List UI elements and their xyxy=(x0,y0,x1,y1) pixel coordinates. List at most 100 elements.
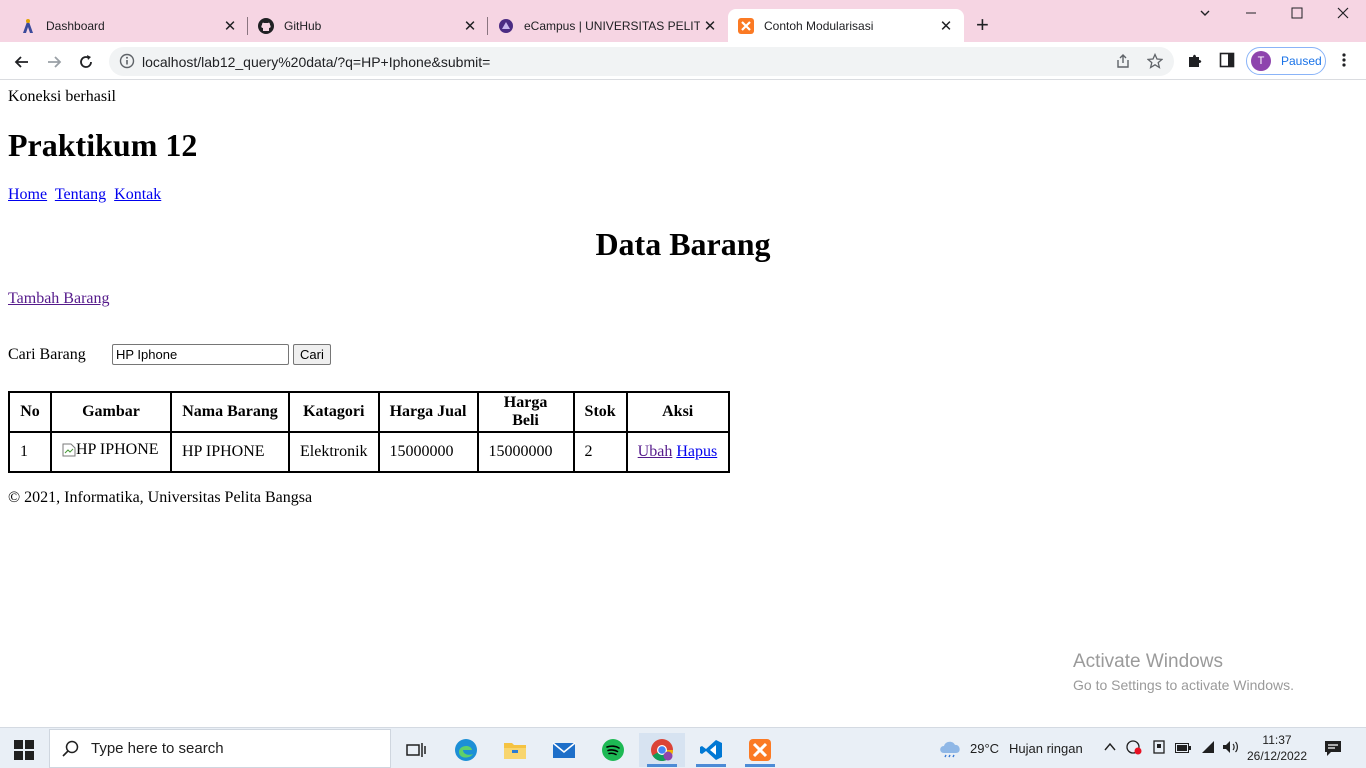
bookmark-star-icon[interactable] xyxy=(1146,52,1164,74)
browser-tabstrip: Dashboard ✕ GitHub ✕ eCampus | UNIVERSIT… xyxy=(0,0,1366,42)
header-gambar: Gambar xyxy=(50,391,172,433)
nav-link-kontak[interactable]: Kontak xyxy=(114,186,161,203)
add-item-link[interactable]: Tambah Barang xyxy=(8,290,110,307)
minimize-icon[interactable] xyxy=(1236,6,1266,24)
file-explorer-icon[interactable] xyxy=(492,733,538,767)
tab-contoh-modularisasi[interactable]: Contoh Modularisasi ✕ xyxy=(728,9,964,42)
windows-start-icon[interactable] xyxy=(14,740,34,765)
watermark-subtitle: Go to Settings to activate Windows. xyxy=(1073,677,1294,693)
tab-ecampus[interactable]: eCampus | UNIVERSITAS PELITA B ✕ xyxy=(478,9,728,42)
cell-no: 1 xyxy=(8,431,52,473)
address-url: localhost/lab12_query%20data/?q=HP+Iphon… xyxy=(142,54,491,70)
ecampus-favicon-icon xyxy=(498,18,514,34)
broken-image: HP IPHONE xyxy=(62,441,159,459)
cell-katagori: Elektronik xyxy=(288,431,380,473)
side-panel-icon[interactable] xyxy=(1219,52,1235,73)
battery-icon[interactable] xyxy=(1175,741,1191,756)
header-katagori: Katagori xyxy=(288,391,380,433)
maximize-icon[interactable] xyxy=(1282,6,1312,24)
header-nama-barang: Nama Barang xyxy=(170,391,290,433)
tab-title: eCampus | UNIVERSITAS PELITA B xyxy=(524,18,700,33)
device-icon[interactable] xyxy=(1152,739,1166,758)
weather-temperature[interactable]: 29°C xyxy=(970,741,999,756)
notification-center-icon[interactable] xyxy=(1324,739,1342,760)
search-button[interactable]: Cari xyxy=(293,344,331,365)
task-view-icon[interactable] xyxy=(393,733,439,767)
activate-windows-watermark: Activate Windows Go to Settings to activ… xyxy=(1073,651,1294,693)
taskbar-search-placeholder: Type here to search xyxy=(91,740,224,757)
header-harga-jual: Harga Jual xyxy=(377,391,479,433)
header-harga-beli: Harga Beli xyxy=(476,391,575,433)
table-header-row: No Gambar Nama Barang Katagori Harga Jua… xyxy=(8,391,730,433)
xampp-favicon-icon xyxy=(738,17,754,34)
xampp-icon[interactable] xyxy=(737,733,783,767)
page-content: Koneksi berhasil Praktikum 12 Home Tenta… xyxy=(0,80,1366,727)
ubah-link[interactable]: Ubah xyxy=(638,443,673,460)
header-aksi: Aksi xyxy=(625,391,730,433)
taskbar-search-box[interactable]: Type here to search xyxy=(49,729,391,768)
share-icon[interactable] xyxy=(1115,53,1131,74)
vscode-icon[interactable] xyxy=(688,733,734,767)
wifi-icon[interactable] xyxy=(1200,739,1216,758)
network-error-icon[interactable] xyxy=(1125,739,1143,758)
close-icon[interactable]: ✕ xyxy=(936,17,956,35)
search-input[interactable] xyxy=(112,344,289,365)
watermark-title: Activate Windows xyxy=(1073,651,1223,672)
site-title: Praktikum 12 xyxy=(8,127,198,163)
address-bar[interactable]: localhost/lab12_query%20data/?q=HP+Iphon… xyxy=(109,47,1174,76)
table-row: 1 HP IPHONE HP IPHONE Elektronik 1500000… xyxy=(8,431,730,473)
forward-icon[interactable] xyxy=(42,50,66,74)
browser-toolbar: localhost/lab12_query%20data/?q=HP+Iphon… xyxy=(0,42,1366,80)
tab-dashboard[interactable]: Dashboard ✕ xyxy=(0,9,248,42)
dashboard-favicon-icon xyxy=(20,18,36,34)
new-tab-icon[interactable]: + xyxy=(976,14,989,36)
close-icon[interactable]: ✕ xyxy=(220,17,240,35)
cell-nama-barang: HP IPHONE xyxy=(170,431,290,473)
edge-icon[interactable] xyxy=(443,733,489,767)
chrome-icon[interactable] xyxy=(639,733,685,767)
search-form: Cari Barang Cari xyxy=(8,344,331,365)
close-icon[interactable]: ✕ xyxy=(460,17,480,35)
cell-aksi: Ubah Hapus xyxy=(625,431,730,473)
mail-icon[interactable] xyxy=(541,733,587,767)
nav-link-tentang[interactable]: Tentang xyxy=(55,186,106,203)
cell-gambar: HP IPHONE xyxy=(50,431,172,473)
tab-github[interactable]: GitHub ✕ xyxy=(238,9,488,42)
profile-button[interactable]: T Paused xyxy=(1246,47,1326,75)
close-icon[interactable]: ✕ xyxy=(700,17,720,35)
back-icon[interactable] xyxy=(10,50,34,74)
cell-harga-jual: 15000000 xyxy=(377,431,479,473)
show-hidden-icons-icon[interactable] xyxy=(1103,740,1117,757)
clock[interactable]: 11:37 26/12/2022 xyxy=(1246,732,1308,764)
tab-title: Contoh Modularisasi xyxy=(764,18,874,33)
search-label: Cari Barang xyxy=(8,345,86,363)
cell-stok: 2 xyxy=(572,431,628,473)
profile-status: Paused xyxy=(1281,54,1322,68)
weather-cloud-icon[interactable] xyxy=(938,738,964,761)
window-close-icon[interactable] xyxy=(1328,6,1358,24)
site-info-icon[interactable] xyxy=(119,53,135,74)
volume-icon[interactable] xyxy=(1222,739,1240,758)
tab-title: Dashboard xyxy=(46,18,105,33)
tab-title: GitHub xyxy=(284,18,322,33)
connection-status: Koneksi berhasil xyxy=(8,88,116,105)
tab-search-chevron-icon[interactable] xyxy=(1190,6,1220,24)
weather-description[interactable]: Hujan ringan xyxy=(1009,741,1083,756)
extensions-puzzle-icon[interactable] xyxy=(1186,52,1203,74)
header-stok: Stok xyxy=(572,391,628,433)
taskbar: Type here to search 29°C Hujan ringan 11… xyxy=(0,727,1366,768)
image-alt-text: HP IPHONE xyxy=(76,441,159,458)
more-menu-icon[interactable] xyxy=(1338,52,1350,73)
items-table: No Gambar Nama Barang Katagori Harga Jua… xyxy=(8,391,730,473)
broken-image-icon xyxy=(62,443,76,457)
clock-time: 11:37 xyxy=(1262,733,1292,747)
spotify-icon[interactable] xyxy=(590,733,636,767)
search-icon xyxy=(62,740,79,757)
github-icon xyxy=(258,17,274,34)
cell-harga-beli: 15000000 xyxy=(476,431,575,473)
header-no: No xyxy=(8,391,52,433)
reload-icon[interactable] xyxy=(74,50,98,74)
hapus-link[interactable]: Hapus xyxy=(676,443,717,460)
nav-link-home[interactable]: Home xyxy=(8,186,47,203)
footer: © 2021, Informatika, Universitas Pelita … xyxy=(8,489,313,506)
